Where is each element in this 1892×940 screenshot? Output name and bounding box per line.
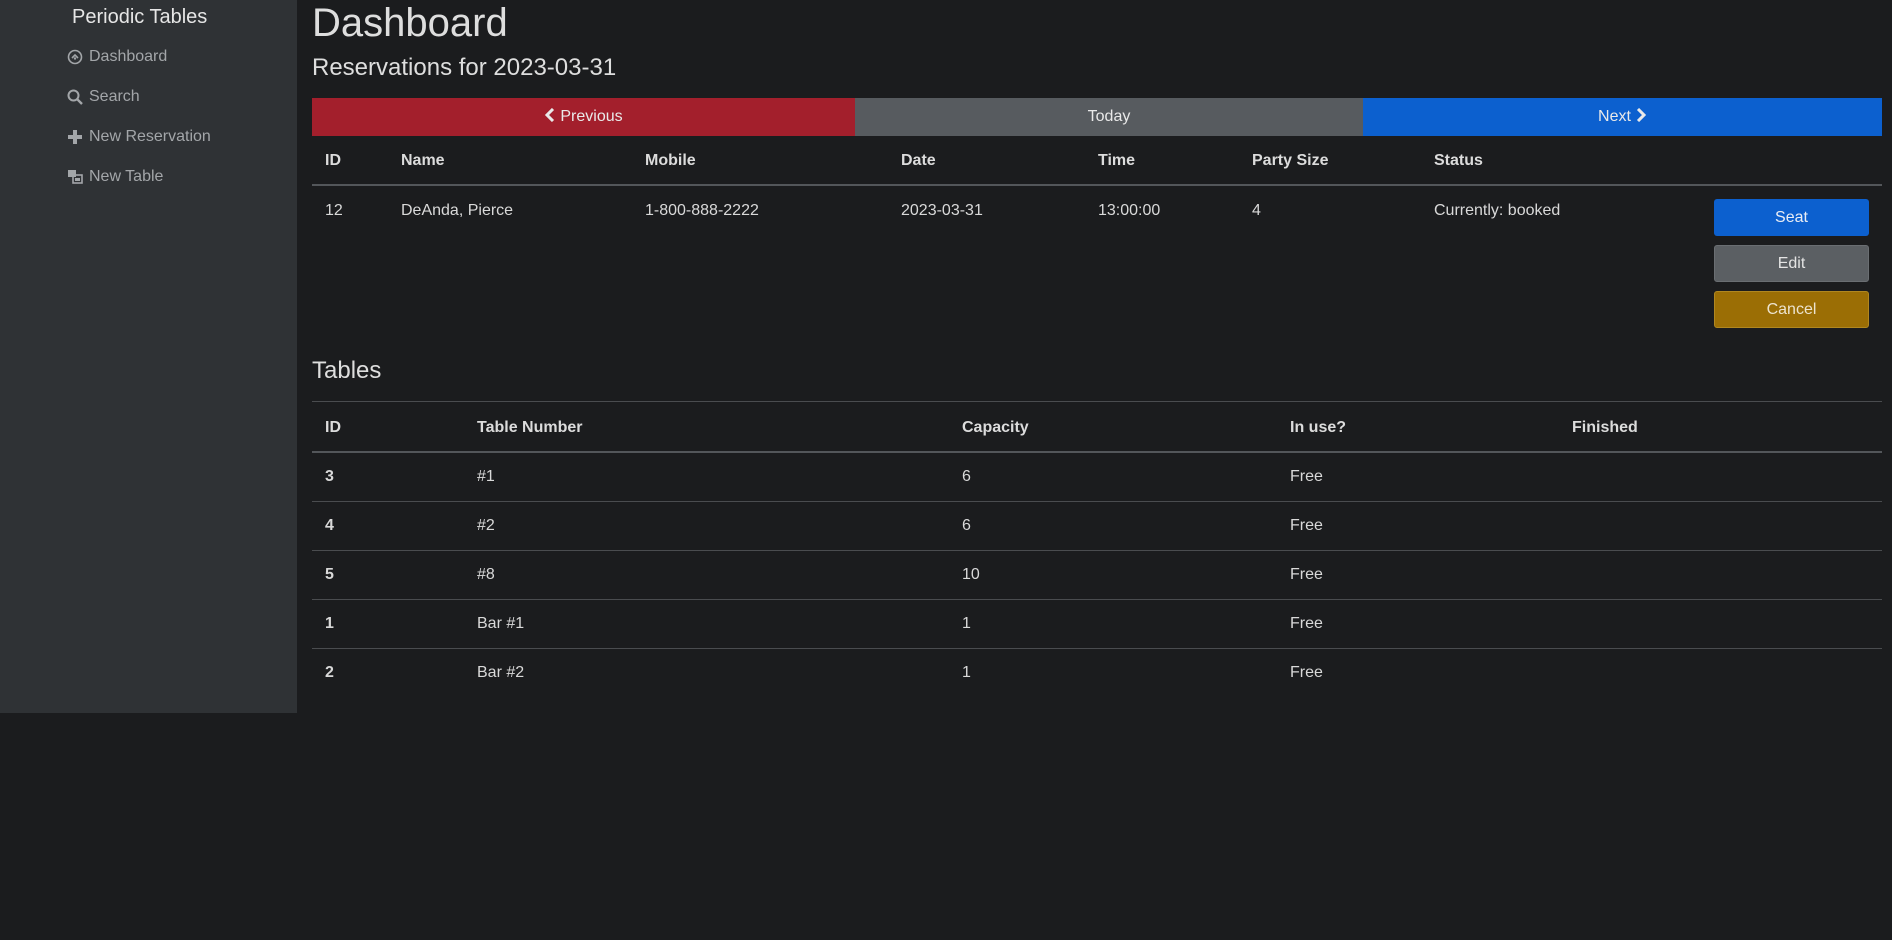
row-divider	[312, 599, 1882, 600]
reservation-id: 12	[325, 202, 343, 219]
previous-label: Previous	[560, 108, 623, 125]
table-number: #1	[477, 468, 495, 485]
column-header: In use?	[1290, 419, 1347, 436]
table-number: #8	[477, 566, 495, 583]
row-divider	[312, 501, 1882, 502]
previous-button[interactable]: Previous	[312, 98, 855, 136]
chevron-left-icon	[544, 107, 556, 127]
nav-item-label: New Table	[89, 168, 164, 185]
table-icon	[67, 169, 83, 185]
column-header: Table Number	[477, 419, 583, 436]
column-header: Date	[901, 152, 936, 169]
tables-heading: Tables	[312, 357, 382, 384]
nav-item-label: Search	[89, 88, 140, 105]
table-id: 2	[325, 664, 334, 681]
column-header: Party Size	[1252, 152, 1329, 169]
column-header: Finished	[1572, 419, 1638, 436]
table-id: 4	[325, 517, 334, 534]
table-status: Free	[1290, 517, 1323, 534]
table-id: 1	[325, 615, 334, 632]
column-header: Time	[1098, 152, 1136, 169]
header-divider	[312, 451, 1882, 453]
plus-icon	[67, 129, 83, 145]
reservation-status: Currently: booked	[1434, 202, 1561, 219]
brand-title[interactable]: Periodic Tables	[72, 6, 207, 29]
reservation-time: 13:00:00	[1098, 202, 1161, 219]
next-button[interactable]: Next	[1363, 98, 1882, 136]
today-label: Today	[1087, 108, 1131, 125]
table-status: Free	[1290, 566, 1323, 583]
header-divider	[312, 184, 1882, 186]
table-capacity: 1	[962, 664, 971, 681]
table-number: #2	[477, 517, 495, 534]
seat-button[interactable]: Seat	[1714, 199, 1869, 236]
column-header: Mobile	[645, 152, 696, 169]
column-header: ID	[325, 419, 341, 436]
table-id: 5	[325, 566, 334, 583]
column-header: ID	[325, 152, 341, 169]
table-capacity: 6	[962, 517, 971, 534]
date-navigation: Previous Today Next	[312, 98, 1882, 136]
table-capacity: 1	[962, 615, 971, 632]
next-label: Next	[1598, 108, 1631, 125]
search-icon	[67, 89, 83, 105]
nav-item-new-reservation[interactable]: New Reservation	[67, 128, 211, 146]
table-capacity: 6	[962, 468, 971, 485]
sidebar: Periodic Tables Dashboard Search New Res…	[0, 0, 297, 713]
column-header: Name	[401, 152, 445, 169]
column-header: Status	[1434, 152, 1483, 169]
table-status: Free	[1290, 468, 1323, 485]
table-id: 3	[325, 468, 334, 485]
dashboard-icon	[67, 49, 83, 65]
reservation-mobile: 1-800-888-2222	[645, 202, 759, 219]
edit-button[interactable]: Edit	[1714, 245, 1869, 282]
table-status: Free	[1290, 615, 1323, 632]
page-title: Dashboard	[312, 1, 508, 45]
reservation-date: 2023-03-31	[901, 202, 983, 219]
nav-item-dashboard[interactable]: Dashboard	[67, 48, 167, 66]
today-button[interactable]: Today	[855, 98, 1363, 136]
nav-item-search[interactable]: Search	[67, 88, 140, 106]
column-header: Capacity	[962, 419, 1029, 436]
table-capacity: 10	[962, 566, 980, 583]
row-divider	[312, 648, 1882, 649]
table-number: Bar #2	[477, 664, 525, 681]
reservations-date-heading: Reservations for 2023-03-31	[312, 54, 617, 81]
row-divider	[312, 550, 1882, 551]
table-top-divider	[312, 401, 1882, 402]
nav-item-label: New Reservation	[89, 128, 211, 145]
nav-item-new-table[interactable]: New Table	[67, 168, 163, 186]
table-status: Free	[1290, 664, 1323, 681]
reservation-party-size: 4	[1252, 202, 1261, 219]
cancel-button[interactable]: Cancel	[1714, 291, 1869, 328]
chevron-right-icon	[1635, 107, 1647, 127]
reservation-name: DeAnda, Pierce	[401, 202, 514, 219]
nav-item-label: Dashboard	[89, 48, 168, 65]
table-number: Bar #1	[477, 615, 525, 632]
